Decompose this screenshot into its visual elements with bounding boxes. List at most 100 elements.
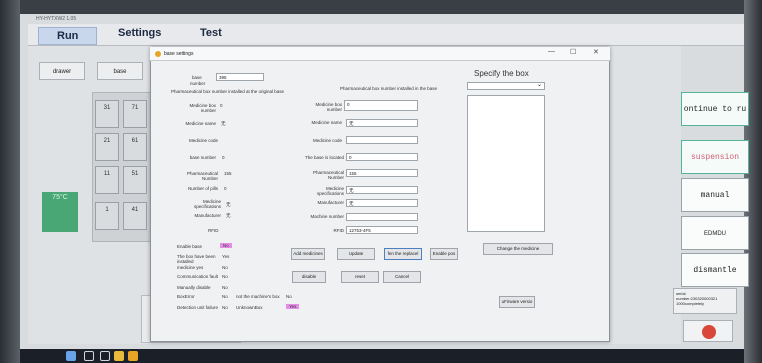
update-button[interactable]: Update (337, 248, 375, 260)
left-manufacturer-label: Manufacturer (194, 213, 221, 218)
drawer-button[interactable]: drawer (39, 62, 85, 80)
enable-base-label: Enable base (177, 244, 203, 249)
power-icon (702, 325, 716, 339)
specify-box-list[interactable] (467, 95, 545, 232)
left-pills-label: Number of pills (187, 186, 218, 191)
medicine-yes-label: medicine yes (177, 265, 204, 270)
dialog-title: base settings (164, 51, 194, 57)
continue-button[interactable]: ontinue to ru (681, 92, 749, 126)
box-installed-label: The box have been installed (177, 254, 216, 264)
chevron-down-icon: ⌄ (536, 82, 542, 88)
specify-box-title: Specify the box (474, 69, 529, 78)
grid-cell[interactable]: 71 (123, 100, 147, 128)
medicine-yes-value: No (222, 265, 228, 270)
right-medicine-box-label: Medicine box number (315, 102, 342, 112)
left-medicine-box-label: Medicine box number (189, 103, 216, 113)
right-medicine-box-input[interactable]: 0 (344, 100, 418, 111)
close-button[interactable]: ✕ (593, 48, 599, 56)
firmware-version-button[interactable]: uFirware versio (499, 296, 535, 308)
installed-base-heading: Pharmaceutical box number installed in t… (340, 86, 438, 91)
left-base-number-value: 0 (222, 155, 225, 160)
right-spec-input[interactable]: 无 (346, 186, 418, 194)
right-medicine-code-input[interactable] (346, 136, 418, 144)
box-error-label: BoxError (177, 294, 195, 299)
not-machine-box-value: No (286, 294, 292, 299)
disable-button[interactable]: disable (292, 271, 326, 283)
grid-cell[interactable]: 31 (95, 100, 119, 128)
cancel-button[interactable]: Cancel (383, 271, 421, 283)
power-button[interactable] (683, 320, 733, 342)
maximize-button[interactable]: ☐ (570, 48, 576, 56)
reset-button[interactable]: reset (341, 271, 379, 283)
temperature-value: 75°C (52, 194, 68, 201)
box-installed-value: Yes (222, 254, 230, 259)
right-spec-label: Medicine specifications (316, 186, 344, 196)
left-medicine-code-label: Medicine code (188, 138, 218, 143)
menu-test[interactable]: Test (200, 27, 222, 39)
right-pharma-label: Pharmaceutical Number (312, 170, 344, 180)
left-pills-value: 0 (224, 186, 227, 191)
folder-icon[interactable] (114, 351, 124, 361)
monitor-bezel-left (0, 0, 20, 363)
grid-cell[interactable]: 51 (123, 166, 147, 194)
dialog-titlebar: base settings (150, 47, 610, 61)
enable-pos-button[interactable]: Enable pos (430, 248, 458, 260)
app-title: HY-HYTXW2 1.05 (36, 16, 77, 22)
dismantle-button[interactable]: dismantle (681, 253, 749, 287)
menu-settings[interactable]: Settings (118, 27, 161, 39)
right-rfid-label: RFID (333, 228, 345, 233)
original-base-heading: Pharmaceutical box number installed at t… (171, 89, 285, 94)
unknown-box-value: Yes (286, 304, 300, 309)
add-medicines-button[interactable]: Add medicines (291, 248, 325, 260)
left-rfid-label: RFID (208, 228, 219, 233)
box-error-value: No (222, 294, 228, 299)
right-medicine-code-label: Medicine code (312, 138, 342, 143)
detection-failure-value: No (222, 305, 228, 310)
grid-cell[interactable]: 1 (95, 202, 119, 230)
right-medicine-name-input[interactable]: 无 (346, 119, 418, 127)
temperature-indicator: 75°C (42, 192, 78, 232)
left-manufacturer-value: 无 (226, 213, 231, 218)
right-manufacturer-label: Manufacturer (317, 200, 344, 205)
left-spec-label: Medicine specifications (193, 199, 221, 209)
app-icon (155, 51, 161, 57)
grid-cell[interactable]: 11 (95, 166, 119, 194)
right-pharma-input[interactable]: 155 (346, 169, 418, 177)
serial-status-panel: serial number:230320000321 1000completel… (673, 288, 737, 314)
manually-disable-value: No (222, 285, 228, 290)
left-medicine-name-label: Medicine name (185, 121, 216, 126)
manually-disable-label: Manually disable (177, 285, 211, 290)
task-view-icon[interactable] (100, 351, 110, 361)
menu-run[interactable]: Run (38, 27, 98, 45)
right-manufacturer-input[interactable]: 无 (346, 199, 418, 207)
manual-button[interactable]: manual (681, 178, 749, 212)
grid-cell[interactable]: 21 (95, 133, 119, 161)
base-button[interactable]: base (97, 62, 143, 80)
unknown-box-label: UnknownBox (236, 305, 263, 310)
grid-cell[interactable]: 41 (123, 202, 147, 230)
left-pharma-label: Pharmaceutical Number (186, 171, 218, 181)
enable-base-value: No (220, 243, 232, 248)
suspension-button[interactable]: suspension (681, 140, 749, 174)
change-medicine-button[interactable]: Change the medicine (483, 243, 553, 255)
left-medicine-box-value: 0 (220, 103, 223, 108)
start-icon[interactable] (66, 351, 76, 361)
right-located-input[interactable]: 0 (346, 153, 418, 161)
right-rfid-input[interactable]: 12753-4F5 (346, 226, 418, 234)
monitor-bezel-top (0, 0, 762, 14)
base-number-label2: number (190, 81, 206, 86)
app-taskbar-icon[interactable] (128, 351, 138, 361)
right-machine-number-input[interactable] (346, 213, 418, 221)
right-medicine-name-label: Medicine name (311, 120, 342, 125)
left-medicine-name-value: 无 (221, 121, 226, 126)
not-machine-box-label: not the machine's box (236, 294, 280, 299)
base-number-input[interactable]: 395 (216, 73, 264, 81)
edmdu-button[interactable]: EDMDU (681, 216, 749, 250)
minimize-button[interactable]: — (548, 48, 555, 55)
grid-cell[interactable]: 61 (123, 133, 147, 161)
base-number-label: base (192, 75, 202, 80)
specify-box-select[interactable]: ⌄ (467, 82, 545, 90)
search-icon[interactable] (84, 351, 94, 361)
left-spec-value: 无 (226, 202, 231, 207)
replace-button[interactable]: fen the replacel (384, 248, 422, 260)
